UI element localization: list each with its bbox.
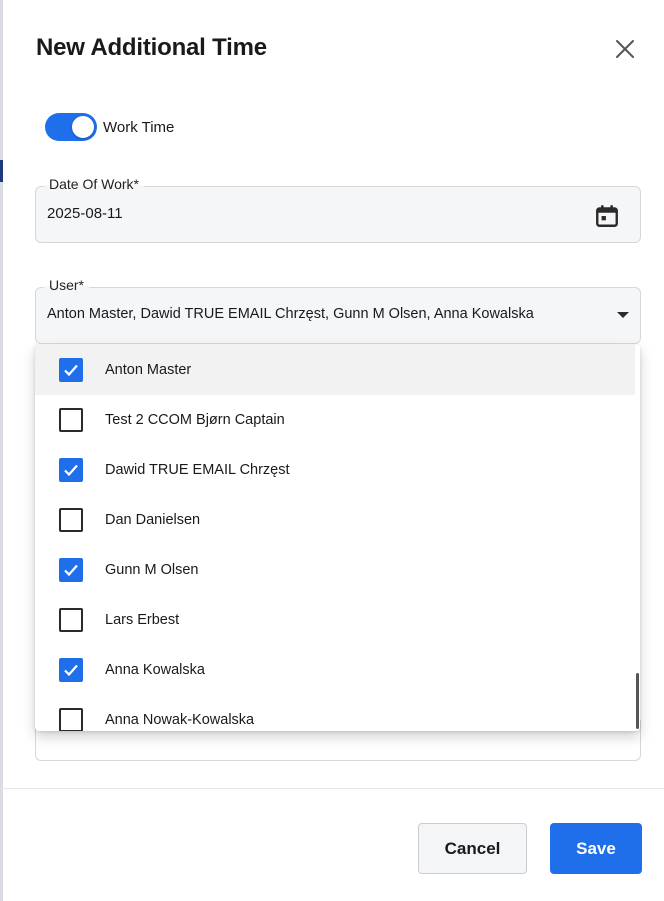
user-option[interactable]: Lars Erbest: [35, 595, 635, 645]
user-option-label: Test 2 CCOM Bjørn Captain: [105, 412, 285, 428]
save-button[interactable]: Save: [550, 823, 642, 874]
checkbox-checked[interactable]: [59, 658, 83, 682]
checkbox-unchecked[interactable]: [59, 608, 83, 632]
checkbox-checked[interactable]: [59, 358, 83, 382]
user-option[interactable]: Dan Danielsen: [35, 495, 635, 545]
user-option-label: Gunn M Olsen: [105, 562, 199, 578]
date-of-work-label: Date Of Work*: [44, 176, 144, 192]
user-select-field[interactable]: User* Anton Master, Dawid TRUE EMAIL Chr…: [35, 277, 641, 344]
date-of-work-field[interactable]: Date Of Work* 2025-08-11: [35, 176, 641, 243]
check-icon: [64, 564, 78, 577]
cancel-button[interactable]: Cancel: [418, 823, 527, 874]
checkbox-checked[interactable]: [59, 558, 83, 582]
footer-divider: [0, 788, 664, 789]
checkbox-unchecked[interactable]: [59, 408, 83, 432]
check-icon: [64, 364, 78, 377]
check-icon: [64, 464, 78, 477]
user-option[interactable]: Test 2 CCOM Bjørn Captain: [35, 395, 635, 445]
user-option-label: Dan Danielsen: [105, 512, 201, 528]
work-time-label: Work Time: [103, 118, 175, 136]
user-option[interactable]: Anton Master: [35, 345, 635, 395]
checkbox-unchecked[interactable]: [59, 508, 83, 532]
user-label: User*: [44, 277, 90, 293]
checkbox-checked[interactable]: [59, 458, 83, 482]
user-options-dropdown: Anton Master Test 2 CCOM Bjørn Captain D…: [35, 345, 640, 731]
work-time-toggle[interactable]: [45, 113, 97, 141]
user-option-label: Anna Kowalska: [105, 662, 205, 678]
user-option-label: Lars Erbest: [105, 612, 180, 628]
dialog-title: New Additional Time: [36, 34, 267, 61]
user-selected-value: Anton Master, Dawid TRUE EMAIL Chrzęst, …: [47, 306, 534, 322]
calendar-icon[interactable]: [594, 203, 620, 229]
user-option-label: Dawid TRUE EMAIL Chrzęst: [105, 462, 290, 478]
user-option[interactable]: Anna Kowalska: [35, 645, 635, 695]
check-icon: [64, 664, 78, 677]
user-option[interactable]: Dawid TRUE EMAIL Chrzęst: [35, 445, 635, 495]
background-page-edge: [0, 0, 3, 901]
checkbox-unchecked[interactable]: [59, 708, 83, 731]
user-option-label: Anton Master: [105, 362, 192, 378]
user-option-label: Anna Nowak-Kowalska: [105, 712, 255, 728]
date-of-work-value: 2025-08-11: [47, 205, 123, 222]
background-page-accent: [0, 160, 3, 182]
close-icon: [616, 40, 634, 58]
toggle-knob: [72, 116, 94, 138]
user-option[interactable]: Anna Nowak-Kowalska: [35, 695, 635, 731]
dropdown-scrollbar[interactable]: [636, 673, 639, 729]
work-time-toggle-row: Work Time: [45, 113, 174, 141]
close-button[interactable]: [610, 34, 640, 64]
user-option[interactable]: Gunn M Olsen: [35, 545, 635, 595]
chevron-down-icon[interactable]: [616, 310, 630, 320]
